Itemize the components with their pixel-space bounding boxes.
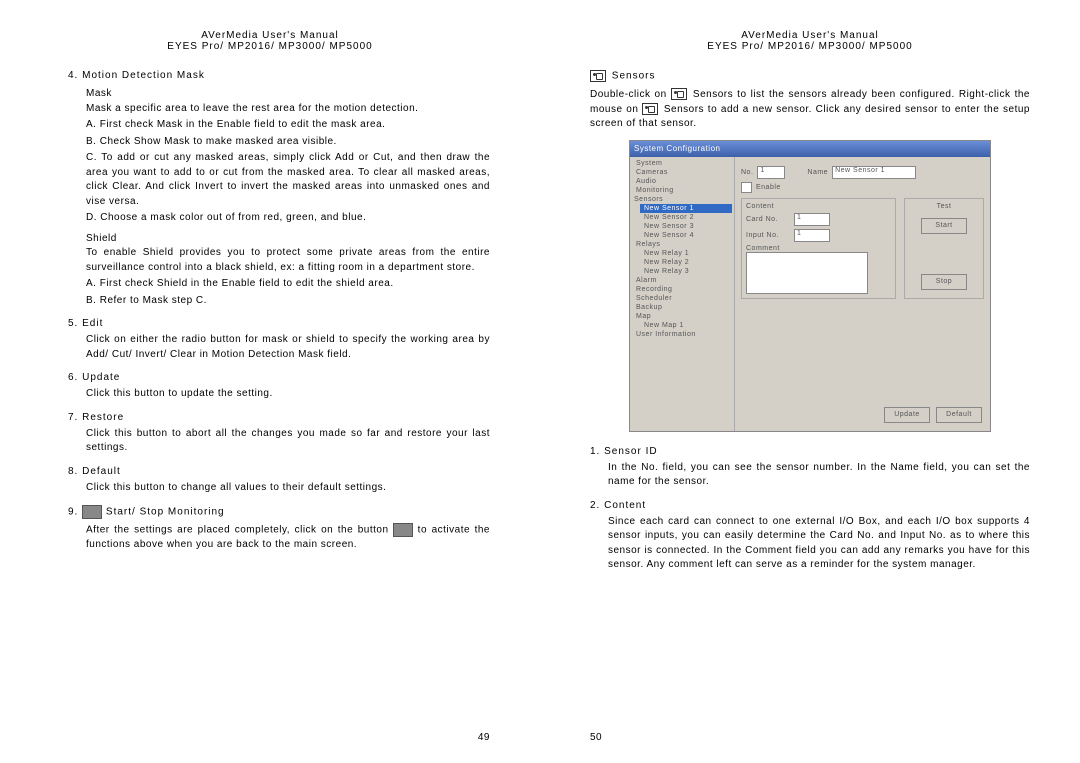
mask-label: Mask bbox=[86, 87, 490, 102]
s9-title-row: 9. Start/ Stop Monitoring bbox=[68, 505, 490, 519]
test-box: Test Start Stop bbox=[904, 198, 984, 299]
page-number-50: 50 bbox=[590, 732, 602, 743]
tree-new-sensor-1[interactable]: New Sensor 1 bbox=[640, 204, 732, 213]
sensors-para: Double-click on Sensors to list the sens… bbox=[590, 88, 1030, 132]
tree-new-relay-3[interactable]: New Relay 3 bbox=[640, 267, 732, 276]
tree-new-relay-1[interactable]: New Relay 1 bbox=[640, 249, 732, 258]
s4-title: 4. Motion Detection Mask bbox=[68, 70, 490, 81]
tree-scheduler[interactable]: Scheduler bbox=[632, 294, 732, 303]
s5-body: Click on either the radio button for mas… bbox=[86, 333, 490, 362]
tree-backup[interactable]: Backup bbox=[632, 303, 732, 312]
mask-desc: Mask a specific area to leave the rest a… bbox=[86, 102, 490, 117]
tree-monitoring[interactable]: Monitoring bbox=[632, 186, 732, 195]
header-line1-r: AVerMedia User's Manual bbox=[590, 30, 1030, 41]
mask-d: D. Choose a mask color out of from red, … bbox=[86, 211, 490, 226]
start-button[interactable]: Start bbox=[921, 218, 967, 234]
s2-body: Since each card can connect to one exter… bbox=[608, 515, 1030, 573]
system-config-screenshot: System Configuration System Cameras Audi… bbox=[629, 140, 991, 432]
sensors-icon bbox=[590, 70, 606, 82]
tree-sensors[interactable]: Sensors bbox=[632, 195, 732, 204]
comment-field[interactable] bbox=[746, 252, 868, 294]
tree-recording[interactable]: Recording bbox=[632, 285, 732, 294]
s9-body: After the settings are placed completely… bbox=[86, 523, 490, 553]
tree-map[interactable]: Map bbox=[632, 312, 732, 321]
s6-title: 6. Update bbox=[68, 372, 490, 383]
sensors-icon-2 bbox=[671, 88, 687, 100]
stop-button[interactable]: Stop bbox=[921, 274, 967, 290]
s7-body: Click this button to abort all the chang… bbox=[86, 427, 490, 456]
tree-new-map-1[interactable]: New Map 1 bbox=[640, 321, 732, 330]
test-label: Test bbox=[909, 203, 979, 210]
window-titlebar: System Configuration bbox=[630, 141, 990, 157]
header-line1: AVerMedia User's Manual bbox=[50, 30, 490, 41]
s5-title: 5. Edit bbox=[68, 318, 490, 329]
page-spread: AVerMedia User's Manual EYES Pro/ MP2016… bbox=[0, 0, 1080, 763]
sensors-p1a: Double-click on bbox=[590, 89, 671, 100]
cardno-field[interactable]: 1 bbox=[794, 213, 830, 226]
update-button[interactable]: Update bbox=[884, 407, 930, 423]
no-label: No. bbox=[741, 169, 753, 176]
inputno-label: Input No. bbox=[746, 232, 790, 239]
cardno-label: Card No. bbox=[746, 216, 790, 223]
tree-user-info[interactable]: User Information bbox=[632, 330, 732, 339]
tree-new-relay-2[interactable]: New Relay 2 bbox=[640, 258, 732, 267]
sensors-title: Sensors bbox=[608, 71, 655, 82]
s8-title: 8. Default bbox=[68, 466, 490, 477]
mask-a: A. First check Mask in the Enable field … bbox=[86, 118, 490, 133]
no-field[interactable]: 1 bbox=[757, 166, 785, 179]
name-label: Name bbox=[807, 169, 828, 176]
page-50: AVerMedia User's Manual EYES Pro/ MP2016… bbox=[540, 0, 1080, 763]
page-49: AVerMedia User's Manual EYES Pro/ MP2016… bbox=[0, 0, 540, 763]
tree-panel[interactable]: System Cameras Audio Monitoring Sensors … bbox=[630, 157, 735, 431]
window-title: System Configuration bbox=[634, 144, 720, 153]
header-line2: EYES Pro/ MP2016/ MP3000/ MP5000 bbox=[50, 41, 490, 52]
s6-body: Click this button to update the setting. bbox=[86, 387, 490, 402]
s7-title: 7. Restore bbox=[68, 412, 490, 423]
s9-prefix: 9. bbox=[68, 507, 82, 518]
monitor-icon bbox=[82, 505, 102, 519]
default-button[interactable]: Default bbox=[936, 407, 982, 423]
mask-b: B. Check Show Mask to make masked area v… bbox=[86, 135, 490, 150]
tree-new-sensor-4[interactable]: New Sensor 4 bbox=[640, 231, 732, 240]
tree-system[interactable]: System bbox=[632, 159, 732, 168]
content-box: Content Card No. 1 Input No. 1 Comment bbox=[741, 198, 896, 299]
shield-b: B. Refer to Mask step C. bbox=[86, 294, 490, 309]
tree-new-sensor-3[interactable]: New Sensor 3 bbox=[640, 222, 732, 231]
tree-audio[interactable]: Audio bbox=[632, 177, 732, 186]
s9-title: Start/ Stop Monitoring bbox=[102, 507, 225, 518]
s1-title: 1. Sensor ID bbox=[590, 446, 1030, 457]
config-main-panel: No. 1 Name New Sensor 1 Enable Content bbox=[735, 157, 990, 431]
shield-label: Shield bbox=[86, 232, 490, 247]
monitor-button-icon bbox=[393, 523, 413, 537]
s9-body-a: After the settings are placed completely… bbox=[86, 525, 393, 536]
content-label: Content bbox=[746, 203, 891, 210]
header-right: AVerMedia User's Manual EYES Pro/ MP2016… bbox=[590, 30, 1030, 52]
tree-new-sensor-2[interactable]: New Sensor 2 bbox=[640, 213, 732, 222]
shield-a: A. First check Shield in the Enable fiel… bbox=[86, 277, 490, 292]
s8-body: Click this button to change all values t… bbox=[86, 481, 490, 496]
s2-title: 2. Content bbox=[590, 500, 1030, 511]
comment-label: Comment bbox=[746, 245, 891, 252]
header-line2-r: EYES Pro/ MP2016/ MP3000/ MP5000 bbox=[590, 41, 1030, 52]
enable-checkbox[interactable] bbox=[741, 182, 752, 193]
s1-body: In the No. field, you can see the sensor… bbox=[608, 461, 1030, 490]
inputno-field[interactable]: 1 bbox=[794, 229, 830, 242]
enable-label: Enable bbox=[756, 184, 781, 191]
page-number-49: 49 bbox=[478, 732, 490, 743]
mask-c: C. To add or cut any masked areas, simpl… bbox=[86, 151, 490, 209]
tree-cameras[interactable]: Cameras bbox=[632, 168, 732, 177]
header-left: AVerMedia User's Manual EYES Pro/ MP2016… bbox=[50, 30, 490, 52]
name-field[interactable]: New Sensor 1 bbox=[832, 166, 916, 179]
tree-alarm[interactable]: Alarm bbox=[632, 276, 732, 285]
tree-relays[interactable]: Relays bbox=[632, 240, 732, 249]
sensors-icon-3 bbox=[642, 103, 658, 115]
shield-desc: To enable Shield provides you to protect… bbox=[86, 246, 490, 275]
sensors-heading: Sensors bbox=[590, 70, 1030, 82]
